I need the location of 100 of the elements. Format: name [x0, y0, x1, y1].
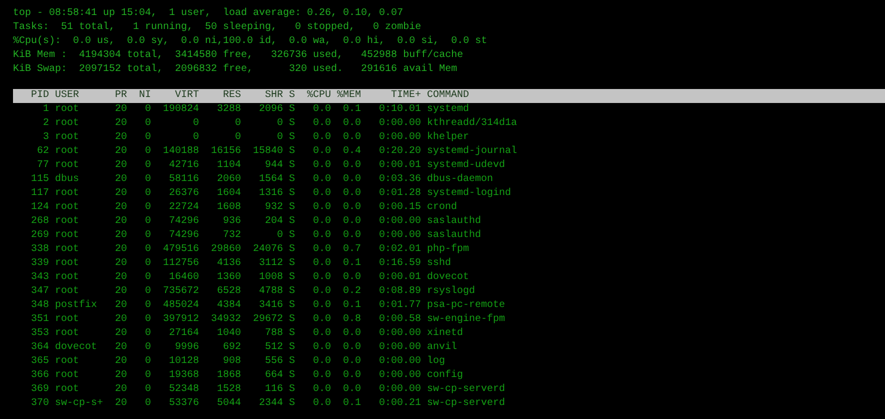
column-header: S [288, 89, 295, 103]
table-cell: psa-pc-remote [427, 299, 506, 313]
table-cell-text: 74296 [168, 229, 199, 243]
table-cell-text: 0.0 [312, 299, 331, 313]
table-cell-text: 0 [234, 131, 241, 145]
table-cell-text: 20 [114, 327, 127, 341]
summary-line: KiB Mem : 4194304 total, 3414580 free, 326736 used, 452988 buff/cache [13, 49, 464, 63]
table-cell-text: 0 [144, 299, 151, 313]
table-cell-text: 0:01.28 [378, 187, 421, 201]
table-cell-text: 0.0 [342, 201, 361, 215]
table-cell-text: 117 [30, 187, 49, 201]
table-cell-text: 4384 [216, 299, 241, 313]
table-cell-text: 0:00.01 [378, 271, 421, 285]
table-cell-text: 0.0 [312, 383, 331, 397]
table-cell-text: 338 [30, 243, 49, 257]
table-cell-text: 20 [114, 229, 127, 243]
table-cell-text: 0.0 [342, 117, 361, 131]
table-cell-text: 74296 [168, 215, 199, 229]
table-cell-text: root [55, 103, 80, 117]
table-cell-text: 0.0 [342, 215, 361, 229]
table-cell-text: 20 [114, 299, 127, 313]
table-cell-text: 29672 [252, 313, 283, 327]
table-cell-text: 0:00.15 [378, 201, 421, 215]
table-cell-text: 0:00.01 [378, 159, 421, 173]
table-cell-text: 0.1 [342, 103, 361, 117]
table-cell-text: 3112 [258, 257, 283, 271]
table-cell-text: 0.0 [342, 131, 361, 145]
table-cell-text: 732 [222, 229, 241, 243]
table-cell-text: 62 [36, 145, 49, 159]
table-cell-text: 0:08.89 [378, 285, 421, 299]
column-header: VIRT [174, 89, 199, 103]
table-cell-text: dbus [55, 173, 80, 187]
column-header: %CPU [306, 89, 331, 103]
table-cell: systemd-journal [427, 145, 518, 159]
table-cell-text: S [288, 313, 295, 327]
table-cell-text: 77 [36, 159, 49, 173]
table-cell: dbus-daemon [427, 173, 494, 187]
column-header: PID [30, 89, 49, 103]
table-cell-text: 20 [114, 341, 127, 355]
table-cell-text: root [55, 369, 80, 383]
table-cell-text: S [288, 103, 295, 117]
table-cell-text: 2096 [258, 103, 283, 117]
table-cell-text: 0 [192, 117, 199, 131]
table-cell-text: S [288, 215, 295, 229]
table-cell-text: 124 [30, 201, 49, 215]
table-cell-text: S [288, 243, 295, 257]
table-cell-text: 58116 [168, 173, 199, 187]
table-cell-text: root [55, 117, 80, 131]
table-cell-text: 0:00.58 [378, 313, 421, 327]
table-cell-text: S [288, 159, 295, 173]
table-cell: sw-cp-serverd [427, 397, 506, 411]
table-cell-text: 0 [144, 145, 151, 159]
table-cell: saslauthd [427, 215, 482, 229]
table-cell-text: 1528 [216, 383, 241, 397]
table-cell-text: 268 [30, 215, 49, 229]
table-cell-text: 1564 [258, 173, 283, 187]
table-cell: sshd [427, 257, 452, 271]
table-cell-text: 20 [114, 285, 127, 299]
table-cell-text: root [55, 257, 80, 271]
table-cell-text: root [55, 355, 80, 369]
table-cell-text: 9996 [174, 341, 199, 355]
table-cell-text: 0 [144, 215, 151, 229]
table-cell: sw-cp-serverd [427, 383, 506, 397]
table-cell-text: 0 [144, 243, 151, 257]
table-cell-text: 4136 [216, 257, 241, 271]
table-cell-text: 0:00.00 [378, 229, 421, 243]
table-cell-text: 0 [276, 229, 283, 243]
table-cell-text: 0:00.00 [378, 369, 421, 383]
table-cell-text: 0:10.01 [378, 103, 421, 117]
table-cell-text: 1360 [216, 271, 241, 285]
table-cell-text: 6528 [216, 285, 241, 299]
table-cell-text: 0.0 [342, 327, 361, 341]
table-cell-text: S [288, 201, 295, 215]
table-cell-text: 351 [30, 313, 49, 327]
table-cell-text: S [288, 173, 295, 187]
table-cell-text: 20 [114, 243, 127, 257]
table-cell-text: 908 [222, 355, 241, 369]
table-cell-text: 0.0 [342, 229, 361, 243]
table-cell-text: 34932 [210, 313, 241, 327]
table-cell-text: 53376 [168, 397, 199, 411]
column-header: PR [114, 89, 127, 103]
table-cell-text: 52348 [168, 383, 199, 397]
table-cell: systemd-udevd [427, 159, 506, 173]
table-cell: systemd-logind [427, 187, 512, 201]
table-cell-text: 16156 [210, 145, 241, 159]
column-header: NI [138, 89, 151, 103]
table-cell-text: 0 [144, 257, 151, 271]
table-cell-text: 1316 [258, 187, 283, 201]
table-cell-text: S [288, 369, 295, 383]
table-cell-text: 20 [114, 383, 127, 397]
table-cell-text: 0.2 [342, 285, 361, 299]
table-cell-text: 0:02.01 [378, 243, 421, 257]
table-cell-text: 24076 [252, 243, 283, 257]
table-cell-text: postfix [55, 299, 98, 313]
table-cell-text: 0.0 [312, 131, 331, 145]
table-cell-text: S [288, 257, 295, 271]
table-cell-text: 0 [192, 131, 199, 145]
table-cell-text: 366 [30, 369, 49, 383]
table-cell-text: 0.0 [312, 173, 331, 187]
table-cell-text: 15840 [252, 145, 283, 159]
